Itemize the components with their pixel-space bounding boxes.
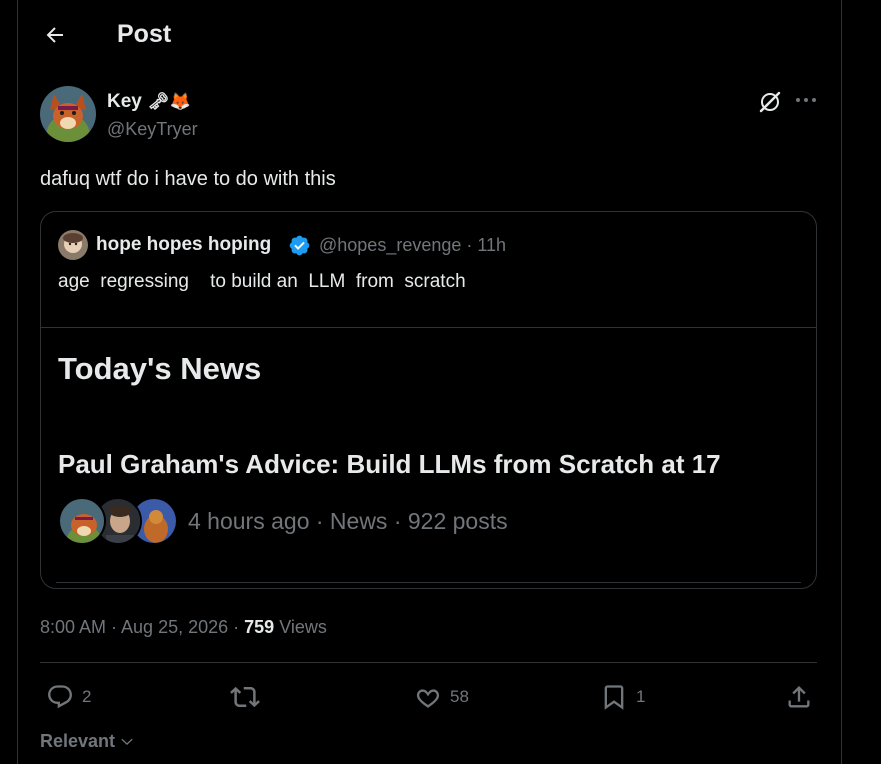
bookmark-count: 1 <box>636 687 646 706</box>
time-date[interactable]: 8:00 AM · Aug 25, 2026 · <box>40 617 244 637</box>
grok-button[interactable] <box>757 89 783 115</box>
views-count: 759 <box>244 617 275 637</box>
more-icon <box>796 98 816 102</box>
news-avatar-stack <box>58 497 178 547</box>
like-count: 58 <box>450 687 469 706</box>
heart-icon <box>416 689 440 708</box>
news-headline[interactable]: Paul Graham's Advice: Build LLMs from Sc… <box>58 449 721 480</box>
grok-icon <box>759 91 781 113</box>
author-handle[interactable]: @KeyTryer <box>107 119 198 140</box>
reply-button[interactable]: 2 <box>46 682 91 712</box>
author-name-emojis: 🗝🦊 <box>147 92 191 111</box>
bookmark-button[interactable]: 1 <box>600 682 645 712</box>
share-icon <box>788 686 810 708</box>
actions-divider <box>40 662 817 663</box>
quoted-text: age regressing to build an LLM from scra… <box>58 271 466 292</box>
stack-avatar <box>58 497 106 545</box>
news-header: Today's News <box>58 351 262 386</box>
author-name[interactable]: Key 🗝🦊 <box>107 91 191 113</box>
verified-badge-icon <box>288 234 311 257</box>
author-name-text: Key <box>107 91 142 112</box>
author-avatar[interactable] <box>40 86 96 142</box>
news-meta: 4 hours ago · News · 922 posts <box>188 508 508 534</box>
like-button[interactable]: 58 <box>414 682 469 712</box>
post-text: dafuq wtf do i have to do with this <box>40 168 336 190</box>
repost-icon <box>230 686 260 708</box>
reply-sort-dropdown[interactable]: Relevant <box>40 731 135 752</box>
quoted-divider <box>41 327 816 328</box>
reply-sort-label: Relevant <box>40 731 116 751</box>
back-button[interactable] <box>40 20 70 50</box>
views-label: Views <box>274 617 327 637</box>
share-button[interactable] <box>785 682 813 712</box>
reply-count: 2 <box>82 687 92 706</box>
more-options-button[interactable] <box>795 92 817 108</box>
bookmark-icon <box>604 685 624 710</box>
arrow-left-icon <box>46 27 63 43</box>
quoted-avatar[interactable] <box>58 230 88 260</box>
news-bottom-divider <box>56 582 801 583</box>
repost-button[interactable] <box>230 682 260 712</box>
quoted-post-card[interactable]: hope hopes hoping @hopes_revenge · 11h a… <box>40 211 817 589</box>
quoted-author-name[interactable]: hope hopes hoping <box>96 234 271 256</box>
page-title: Post <box>117 20 172 48</box>
chevron-down-icon <box>121 738 133 745</box>
post-timestamp: 8:00 AM · Aug 25, 2026 · 759 Views <box>40 617 327 638</box>
reply-icon <box>48 685 72 709</box>
quoted-handle-time: @hopes_revenge · 11h <box>319 235 507 255</box>
